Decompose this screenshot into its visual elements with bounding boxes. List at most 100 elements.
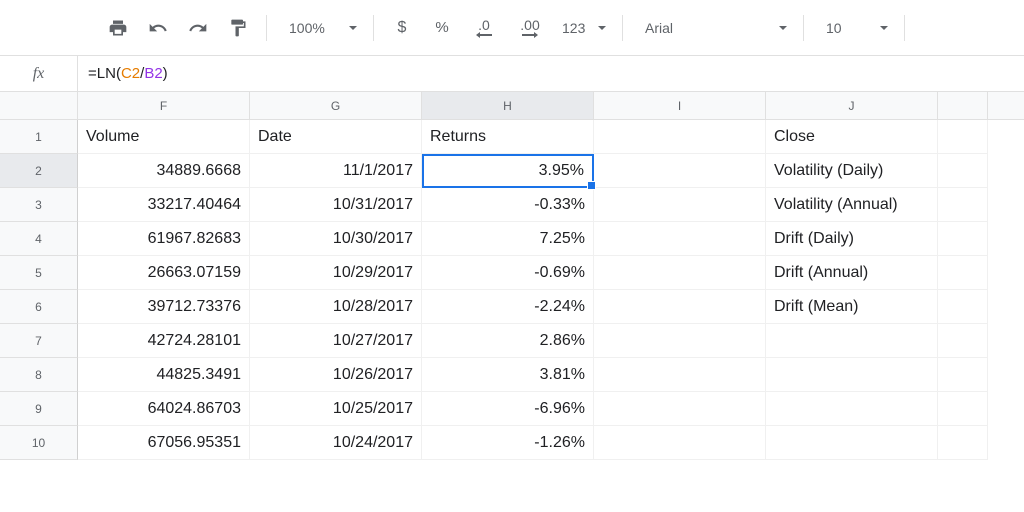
cell[interactable]: 26663.07159	[78, 256, 250, 290]
cell[interactable]: 3.95%	[422, 154, 594, 188]
row-header-10[interactable]: 10	[0, 426, 78, 460]
cell[interactable]: 64024.86703	[78, 392, 250, 426]
cell[interactable]: 10/27/2017	[250, 324, 422, 358]
cell[interactable]: 10/29/2017	[250, 256, 422, 290]
row-header-9[interactable]: 9	[0, 392, 78, 426]
cell[interactable]: 61967.82683	[78, 222, 250, 256]
cell[interactable]: 7.25%	[422, 222, 594, 256]
cell[interactable]: 10/31/2017	[250, 188, 422, 222]
font-dropdown[interactable]: Arial	[633, 10, 793, 46]
col-header-g[interactable]: G	[250, 92, 422, 119]
cell[interactable]	[766, 426, 938, 460]
col-header-h[interactable]: H	[422, 92, 594, 119]
cell[interactable]: -1.26%	[422, 426, 594, 460]
cell[interactable]	[938, 256, 988, 290]
cell[interactable]: 10/25/2017	[250, 392, 422, 426]
cell[interactable]: 10/30/2017	[250, 222, 422, 256]
cell[interactable]: Close	[766, 120, 938, 154]
percent-label: %	[435, 19, 448, 36]
cell[interactable]: 10/24/2017	[250, 426, 422, 460]
zoom-dropdown[interactable]: 100%	[277, 10, 363, 46]
cell[interactable]: 10/26/2017	[250, 358, 422, 392]
cell[interactable]: Volatility (Annual)	[766, 188, 938, 222]
cell[interactable]	[938, 222, 988, 256]
cell[interactable]: Volatility (Daily)	[766, 154, 938, 188]
col-header-i[interactable]: I	[594, 92, 766, 119]
separator	[803, 15, 804, 41]
cell[interactable]	[594, 256, 766, 290]
cell[interactable]	[594, 154, 766, 188]
cell[interactable]	[938, 426, 988, 460]
print-button[interactable]	[100, 10, 136, 46]
cell[interactable]	[594, 392, 766, 426]
select-all-corner[interactable]	[0, 92, 78, 119]
row-header-1[interactable]: 1	[0, 120, 78, 154]
paint-format-button[interactable]	[220, 10, 256, 46]
cell[interactable]	[594, 324, 766, 358]
cell[interactable]	[594, 188, 766, 222]
cell[interactable]: 42724.28101	[78, 324, 250, 358]
cell[interactable]	[938, 188, 988, 222]
percent-button[interactable]: %	[424, 10, 460, 46]
cell[interactable]: 2.86%	[422, 324, 594, 358]
cell[interactable]: -2.24%	[422, 290, 594, 324]
row-header-3[interactable]: 3	[0, 188, 78, 222]
formula-ref-b2: B2	[144, 65, 162, 82]
increase-decimal-icon: .00	[520, 18, 539, 38]
col-header-j[interactable]: J	[766, 92, 938, 119]
cell[interactable]: Drift (Daily)	[766, 222, 938, 256]
cell[interactable]	[766, 324, 938, 358]
redo-button[interactable]	[180, 10, 216, 46]
row-header-4[interactable]: 4	[0, 222, 78, 256]
cell[interactable]	[938, 120, 988, 154]
currency-button[interactable]: $	[384, 10, 420, 46]
row-header-8[interactable]: 8	[0, 358, 78, 392]
font-value: Arial	[645, 20, 673, 36]
cell[interactable]: -0.33%	[422, 188, 594, 222]
number-format-dropdown[interactable]: 123	[556, 10, 612, 46]
cell[interactable]: 3.81%	[422, 358, 594, 392]
cell[interactable]	[594, 290, 766, 324]
separator	[622, 15, 623, 41]
cell[interactable]	[938, 290, 988, 324]
cell[interactable]	[938, 324, 988, 358]
formula-input[interactable]: =LN(C2/B2)	[78, 56, 1024, 91]
cell[interactable]	[766, 358, 938, 392]
row-header-6[interactable]: 6	[0, 290, 78, 324]
cell[interactable]	[938, 392, 988, 426]
row-header-2[interactable]: 2	[0, 154, 78, 188]
cell[interactable]: Drift (Annual)	[766, 256, 938, 290]
print-icon	[108, 18, 128, 38]
cell[interactable]	[594, 358, 766, 392]
col-header-extra[interactable]	[938, 92, 988, 119]
cell[interactable]: -0.69%	[422, 256, 594, 290]
cell[interactable]: Returns	[422, 120, 594, 154]
cell[interactable]: 33217.40464	[78, 188, 250, 222]
cell[interactable]	[766, 392, 938, 426]
table-row: 844825.349110/26/20173.81%	[0, 358, 1024, 392]
cell[interactable]	[594, 222, 766, 256]
cell[interactable]: 11/1/2017	[250, 154, 422, 188]
cell[interactable]: Volume	[78, 120, 250, 154]
toolbar: 100% $ % .0 .00 123 Arial 10	[0, 0, 1024, 56]
cell[interactable]: 39712.73376	[78, 290, 250, 324]
decrease-decimal-button[interactable]: .0	[464, 10, 504, 46]
cell[interactable]: 67056.95351	[78, 426, 250, 460]
cell[interactable]: 44825.3491	[78, 358, 250, 392]
undo-button[interactable]	[140, 10, 176, 46]
cell[interactable]	[938, 154, 988, 188]
cell[interactable]: 10/28/2017	[250, 290, 422, 324]
cell[interactable]	[938, 358, 988, 392]
cell[interactable]: Drift (Mean)	[766, 290, 938, 324]
row-header-7[interactable]: 7	[0, 324, 78, 358]
cell[interactable]: -6.96%	[422, 392, 594, 426]
row-header-5[interactable]: 5	[0, 256, 78, 290]
cell[interactable]	[594, 426, 766, 460]
cell[interactable]	[594, 120, 766, 154]
font-size-dropdown[interactable]: 10	[814, 10, 894, 46]
increase-decimal-button[interactable]: .00	[508, 10, 552, 46]
table-row: 234889.666811/1/20173.95% Volatility (Dai…	[0, 154, 1024, 188]
cell[interactable]: 34889.6668	[78, 154, 250, 188]
col-header-f[interactable]: F	[78, 92, 250, 119]
cell[interactable]: Date	[250, 120, 422, 154]
